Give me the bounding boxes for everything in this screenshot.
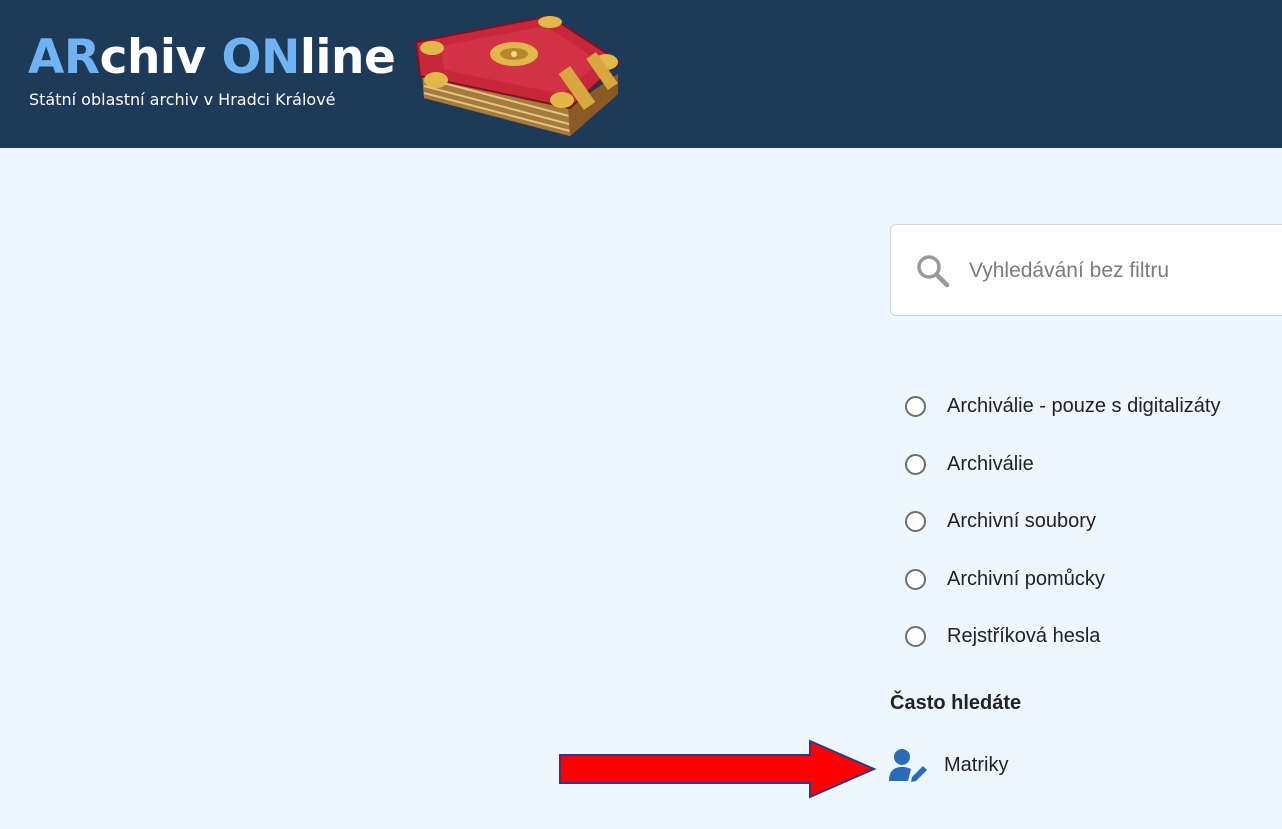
radio-button[interactable] <box>905 453 926 475</box>
site-logo[interactable]: ARchiv ONline <box>28 30 396 86</box>
radio-button[interactable] <box>905 568 926 590</box>
logo-text-line: line <box>299 30 396 85</box>
search-box[interactable] <box>890 224 1282 316</box>
old-book-icon <box>414 14 622 136</box>
radio-button[interactable] <box>905 396 926 418</box>
search-input[interactable] <box>969 255 1269 287</box>
red-arrow-icon <box>559 739 877 799</box>
user-edit-icon <box>889 749 927 782</box>
filter-option-label: Rejstříková hesla <box>947 625 1101 648</box>
frequent-searches-heading: Často hledáte <box>890 692 1022 714</box>
filter-option-label: Archiválie - pouze s digitalizáty <box>947 395 1221 418</box>
frequent-link-label: Matriky <box>944 753 1009 776</box>
site-header: ARchiv ONline Státní oblastní archiv v H… <box>0 0 1282 148</box>
filter-option-archivalie-digitalizaty[interactable]: Archiválie - pouze s digitalizáty <box>905 378 1220 436</box>
filter-option-archivni-soubory[interactable]: Archivní soubory <box>905 493 1220 551</box>
logo-text-on: ON <box>221 30 301 85</box>
radio-button[interactable] <box>905 511 926 533</box>
search-icon[interactable] <box>915 253 951 289</box>
filter-option-archivni-pomucky[interactable]: Archivní pomůcky <box>905 551 1220 609</box>
logo-text-ar: AR <box>28 30 100 85</box>
search-filter-list: Archiválie - pouze s digitalizáty Archiv… <box>905 378 1220 666</box>
filter-option-label: Archivní soubory <box>947 510 1096 533</box>
filter-option-rejstrikova-hesla[interactable]: Rejstříková hesla <box>905 608 1220 666</box>
site-subtitle: Státní oblastní archiv v Hradci Králové <box>29 90 336 109</box>
filter-option-archivalie[interactable]: Archiválie <box>905 436 1220 494</box>
radio-button[interactable] <box>905 626 926 648</box>
frequent-link-matriky[interactable]: Matriky <box>888 746 1008 784</box>
logo-text-chiv: chiv <box>99 30 222 85</box>
filter-option-label: Archivní pomůcky <box>947 567 1105 590</box>
filter-option-label: Archiválie <box>947 452 1034 475</box>
